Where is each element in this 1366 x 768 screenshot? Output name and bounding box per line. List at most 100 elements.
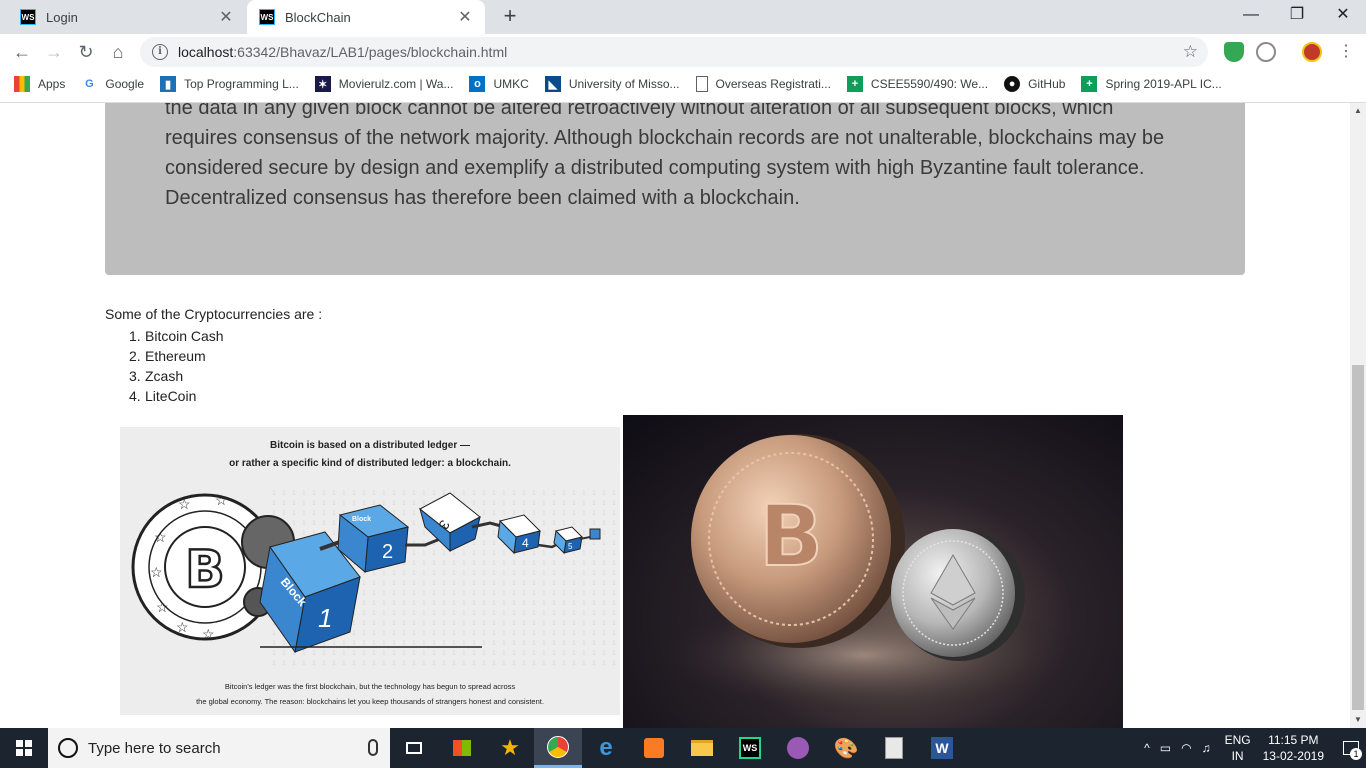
illustration-footer-2: the global economy. The reason: blockcha… [196,697,544,706]
chrome-icon[interactable] [534,728,582,768]
blockchain-description-box: the data in any given block cannot be al… [105,103,1245,275]
taskbar-search-box[interactable]: Type here to search [48,728,390,768]
microphone-icon[interactable] [368,739,378,756]
bookmark-label: Apps [38,77,66,91]
bookmarks-bar: Apps G Google ▮ Top Programming L... ✶ M… [0,70,1366,98]
blockchain-illustration: 1 Bitcoin is based on a distributed ledg… [120,427,620,715]
home-icon[interactable]: ⌂ [106,40,130,64]
new-tab-button[interactable]: + [498,5,522,29]
windows-start-button[interactable] [0,728,48,768]
bookmark-star-icon[interactable]: ☆ [1183,42,1198,62]
close-icon[interactable]: ✕ [457,7,473,27]
svg-text:☆: ☆ [215,492,228,508]
scroll-up-arrow-icon[interactable]: ▲ [1350,103,1366,119]
cryptocurrency-list: 1. Bitcoin Cash 2. Ethereum 3. Zcash 4. Lite… [129,326,224,406]
minimize-button[interactable]: — [1228,0,1274,32]
tab-blockchain[interactable]: WS BlockChain ✕ [247,0,485,34]
clock-date: 13-02-2019 [1262,749,1324,763]
svg-text:Block: Block [352,516,371,523]
plus-green-icon: + [1081,76,1098,92]
github-desktop-icon[interactable] [774,728,822,768]
svg-text:☆: ☆ [150,564,163,580]
bookmark-university[interactable]: ◣ University of Misso... [544,76,680,92]
edge-icon[interactable]: e [582,728,630,768]
clock[interactable]: 11:15 PM 13-02-2019 [1263,732,1324,764]
chevron-up-icon[interactable]: ^ [1144,741,1150,755]
page-scrollbar[interactable]: ▲ ▼ [1350,103,1366,728]
star-app-icon[interactable]: ★ [486,728,534,768]
webstorm-icon: WS [259,9,275,25]
bookmark-label: Overseas Registrati... [715,77,831,91]
extension-icon[interactable] [1256,42,1276,62]
region-code: IN [1231,749,1244,763]
action-center-icon[interactable]: 1 [1336,728,1366,768]
network-icon[interactable]: ▭ [1160,741,1171,755]
list-item: 3. Zcash [129,368,184,384]
bitcoin-coin-drawing: B ☆ ☆ ☆ ☆ ☆ ☆ ☆ [131,492,279,642]
bookmark-movierulz[interactable]: ✶ Movierulz.com | Wa... [314,76,454,92]
webstorm-icon: WS [20,9,36,25]
store-icon[interactable] [438,728,486,768]
profile-avatar[interactable] [1302,42,1322,62]
cortana-icon [58,738,78,758]
svg-text:☆: ☆ [154,529,167,545]
windows-logo-icon [16,740,32,756]
bookmark-csee[interactable]: + CSEE5590/490: We... [846,76,988,92]
bookmark-overseas[interactable]: Overseas Registrati... [695,76,831,92]
close-window-button[interactable]: ✕ [1320,0,1366,32]
webstorm-taskbar-icon[interactable]: WS [726,728,774,768]
notepad-icon[interactable] [870,728,918,768]
tab-login[interactable]: WS Login ✕ [8,0,246,34]
bookmark-label: Movierulz.com | Wa... [338,77,454,91]
word-icon[interactable]: W [918,728,966,768]
search-placeholder: Type here to search [88,739,221,757]
svg-text:2: 2 [382,541,393,563]
reload-icon[interactable]: ↻ [74,40,98,64]
wifi-icon[interactable]: ◠ [1181,741,1191,755]
svg-text:☆: ☆ [202,626,215,642]
list-item: 2. Ethereum [129,348,206,364]
list-item: 4. LiteCoin [129,388,197,404]
bookmark-apps[interactable]: Apps [14,76,65,92]
shield-extension-icon[interactable] [1224,42,1244,62]
plus-green-icon: + [846,76,863,92]
crypto-coins-photo: B [623,415,1123,728]
list-item: 1. Bitcoin Cash [129,328,224,344]
bookmark-label: Google [105,77,145,91]
bookmark-label: University of Misso... [568,77,680,91]
system-tray: ^ ▭ ◠ ♫ ENG IN 11:15 PM 13-02-2019 1 [1144,728,1366,768]
task-view-icon[interactable] [390,728,438,768]
bookmark-label: GitHub [1028,77,1066,91]
scrollbar-thumb[interactable] [1352,365,1364,710]
tab-strip: WS Login ✕ WS BlockChain ✕ + — ❐ ✕ [0,0,1366,34]
bookmark-github[interactable]: ● GitHub [1004,76,1065,92]
restore-button[interactable]: ❐ [1274,0,1320,32]
svg-text:☆: ☆ [178,496,191,512]
volume-icon[interactable]: ♫ [1202,741,1211,755]
browser-chrome: WS Login ✕ WS BlockChain ✕ + — ❐ ✕ ← → ↻… [0,0,1366,103]
bookmark-label: Spring 2019-APL IC... [1105,77,1222,91]
language-indicator[interactable]: ENG IN [1225,732,1251,764]
xampp-icon[interactable] [630,728,678,768]
menu-dots-icon[interactable]: ⋮ [1334,40,1358,64]
bookmark-spring[interactable]: + Spring 2019-APL IC... [1081,76,1222,92]
close-icon[interactable]: ✕ [218,7,234,27]
scroll-down-arrow-icon[interactable]: ▼ [1350,712,1366,728]
illustration-heading-1: Bitcoin is based on a distributed ledger… [270,440,470,451]
info-icon[interactable]: i [152,44,168,60]
svg-text:B: B [759,487,823,585]
svg-text:B: B [185,540,225,600]
notification-count: 1 [1350,748,1362,760]
lang-code: ENG [1224,733,1251,747]
apps-grid-icon [14,76,30,92]
file-explorer-icon[interactable] [678,728,726,768]
bookmark-umkc[interactable]: o UMKC [469,76,529,92]
bookmark-top-programming[interactable]: ▮ Top Programming L... [160,76,299,92]
back-icon[interactable]: ← [10,40,34,64]
url-path: :63342/Bhavaz/LAB1/pages/blockchain.html [233,44,508,60]
bookmark-google[interactable]: G Google [81,76,144,92]
tab-title: BlockChain [285,9,351,25]
address-bar[interactable]: i localhost :63342/Bhavaz/LAB1/pages/blo… [140,37,1208,67]
paint-icon[interactable]: 🎨 [822,728,870,768]
forward-icon[interactable]: → [42,40,66,64]
